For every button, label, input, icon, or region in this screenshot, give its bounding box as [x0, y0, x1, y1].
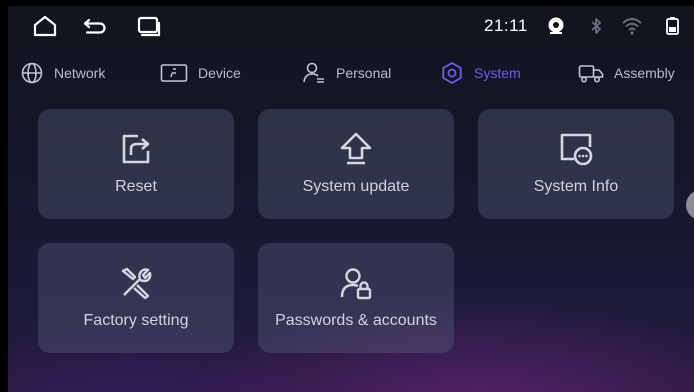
- passwords-accounts-card[interactable]: Passwords & accounts: [258, 243, 454, 353]
- tab-label: Personal: [336, 65, 392, 81]
- card-label: System Info: [533, 178, 619, 195]
- bluetooth-icon: [584, 14, 610, 38]
- system-update-card[interactable]: System update: [258, 109, 454, 219]
- display-icon: [160, 61, 188, 85]
- globe-icon: [20, 61, 44, 85]
- tab-network[interactable]: Network: [20, 60, 105, 86]
- card-label: Passwords & accounts: [275, 312, 437, 329]
- tab-personal[interactable]: Personal: [302, 60, 391, 86]
- settings-screen: 21:11 Network Device Personal System Ass…: [8, 6, 694, 392]
- back-icon[interactable]: [82, 14, 108, 38]
- settings-tab-bar: Network Device Personal System Assembly: [8, 54, 694, 94]
- card-label: Reset: [115, 178, 157, 195]
- tab-label: Device: [198, 65, 241, 81]
- location-icon: [544, 14, 570, 38]
- tab-assembly[interactable]: Assembly: [578, 60, 675, 86]
- battery-icon: [660, 14, 686, 38]
- side-drawer-handle[interactable]: [686, 190, 694, 220]
- gear-icon: [440, 61, 464, 85]
- wifi-icon: [620, 14, 646, 38]
- tab-label: Network: [54, 65, 106, 81]
- factory-setting-card[interactable]: Factory setting: [38, 243, 234, 353]
- system-info-card[interactable]: System Info: [478, 109, 674, 219]
- person-icon: [302, 61, 326, 85]
- tab-device[interactable]: Device: [160, 60, 241, 86]
- card-label: System update: [302, 178, 410, 195]
- reset-icon: [118, 131, 154, 167]
- truck-icon: [578, 61, 604, 85]
- tab-label: System: [474, 65, 521, 81]
- recent-apps-icon[interactable]: [136, 14, 162, 38]
- tab-label: Assembly: [614, 65, 675, 81]
- reset-card[interactable]: Reset: [38, 109, 234, 219]
- user-lock-icon: [338, 265, 374, 301]
- tools-icon: [118, 265, 154, 301]
- upload-arrow-icon: [338, 131, 374, 167]
- card-label: Factory setting: [83, 312, 189, 329]
- home-icon[interactable]: [32, 14, 58, 38]
- status-bar: 21:11: [8, 6, 694, 46]
- clock: 21:11: [484, 16, 528, 35]
- tab-system[interactable]: System: [440, 60, 521, 86]
- info-monitor-icon: [558, 131, 594, 167]
